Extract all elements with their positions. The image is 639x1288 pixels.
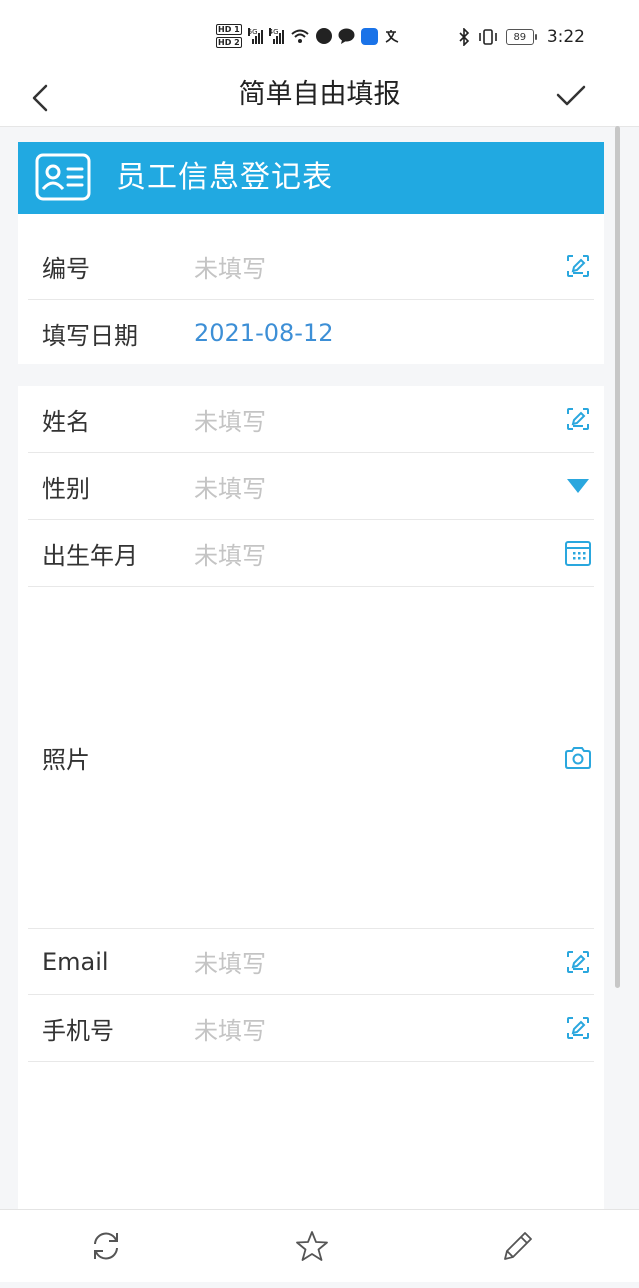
form-title: 员工信息登记表 (116, 160, 333, 195)
status-icons-left: HD 1 HD 2 5G 4G (216, 22, 402, 50)
field-value[interactable]: 未填写 (194, 520, 266, 586)
bluetooth-icon (459, 28, 469, 46)
signal-4g-icon: 4G (268, 28, 284, 44)
edit-mode-button[interactable] (498, 1226, 538, 1266)
field-row-name[interactable]: 姓名 未填写 (28, 386, 594, 453)
app-notification-icon (315, 28, 332, 44)
favorite-button[interactable] (292, 1226, 332, 1266)
field-label: 手机号 (42, 1016, 114, 1045)
edit-icon[interactable] (564, 1014, 592, 1042)
field-value[interactable]: 未填写 (194, 929, 266, 994)
page-title: 简单自由填报 (238, 79, 401, 110)
nav-bar: 简单自由填报 (0, 70, 639, 127)
battery-icon: 89 (505, 29, 537, 45)
vibrate-icon (479, 29, 497, 45)
message-bubble-icon (338, 28, 355, 44)
scrollbar[interactable] (615, 126, 620, 988)
field-label: 性别 (42, 474, 90, 503)
field-label: Email (42, 947, 109, 976)
refresh-button[interactable] (86, 1226, 126, 1266)
pencil-icon (504, 1232, 532, 1260)
net-type-5g: 5G (247, 28, 258, 36)
field-value[interactable]: 未填写 (194, 453, 266, 519)
form-section-personal: 姓名 未填写 性别 未填写 出生年月 未填写 照片 Email 未填写 手机号 … (18, 386, 604, 1209)
signal-5g-icon: 5G (247, 28, 263, 44)
translate-icon (385, 30, 398, 43)
submit-button[interactable] (553, 78, 589, 114)
net-type-4g: 4G (268, 28, 279, 36)
hd-2-badge: HD 2 (216, 37, 242, 48)
check-icon (556, 85, 586, 106)
hd-1-badge: HD 1 (216, 24, 242, 35)
field-value[interactable]: 未填写 (194, 233, 266, 299)
edit-icon[interactable] (564, 252, 592, 280)
status-time: 3:22 (546, 27, 585, 47)
dropdown-triangle-icon[interactable] (564, 472, 592, 500)
edit-icon[interactable] (564, 948, 592, 976)
field-label: 编号 (42, 254, 90, 283)
camera-icon[interactable] (564, 744, 592, 772)
field-label: 姓名 (42, 407, 90, 436)
field-value[interactable]: 未填写 (194, 995, 266, 1061)
app-blue-notification-icon (360, 27, 378, 45)
bottom-toolbar (0, 1209, 639, 1282)
edit-icon[interactable] (564, 405, 592, 433)
form-section-basic: 编号 未填写 填写日期 2021-08-12 (18, 214, 604, 364)
field-label: 照片 (42, 746, 90, 774)
refresh-icon (94, 1232, 118, 1260)
field-row-email[interactable]: Email 未填写 (28, 929, 594, 995)
hd-indicator: HD 1 HD 2 (216, 24, 242, 48)
id-card-icon (35, 153, 91, 201)
status-bar: HD 1 HD 2 5G 4G 89 3:22 (0, 0, 639, 70)
field-row-photo[interactable]: 照片 (28, 587, 594, 929)
field-value[interactable]: 2021-08-12 (194, 300, 333, 366)
field-row-number[interactable]: 编号 未填写 (28, 233, 594, 300)
field-label: 出生年月 (42, 541, 138, 570)
form-header-banner: 员工信息登记表 (18, 142, 604, 214)
field-value[interactable]: 未填写 (194, 386, 266, 452)
calendar-icon[interactable] (564, 539, 592, 567)
star-icon (296, 1231, 328, 1261)
field-row-birth-month[interactable]: 出生年月 未填写 (28, 520, 594, 587)
field-row-phone[interactable]: 手机号 未填写 (28, 995, 594, 1062)
field-row-date[interactable]: 填写日期 2021-08-12 (28, 300, 594, 366)
field-label: 填写日期 (42, 321, 138, 350)
wifi-icon (291, 29, 309, 43)
field-row-gender[interactable]: 性别 未填写 (28, 453, 594, 520)
status-icons-right: 89 3:22 (458, 24, 585, 50)
